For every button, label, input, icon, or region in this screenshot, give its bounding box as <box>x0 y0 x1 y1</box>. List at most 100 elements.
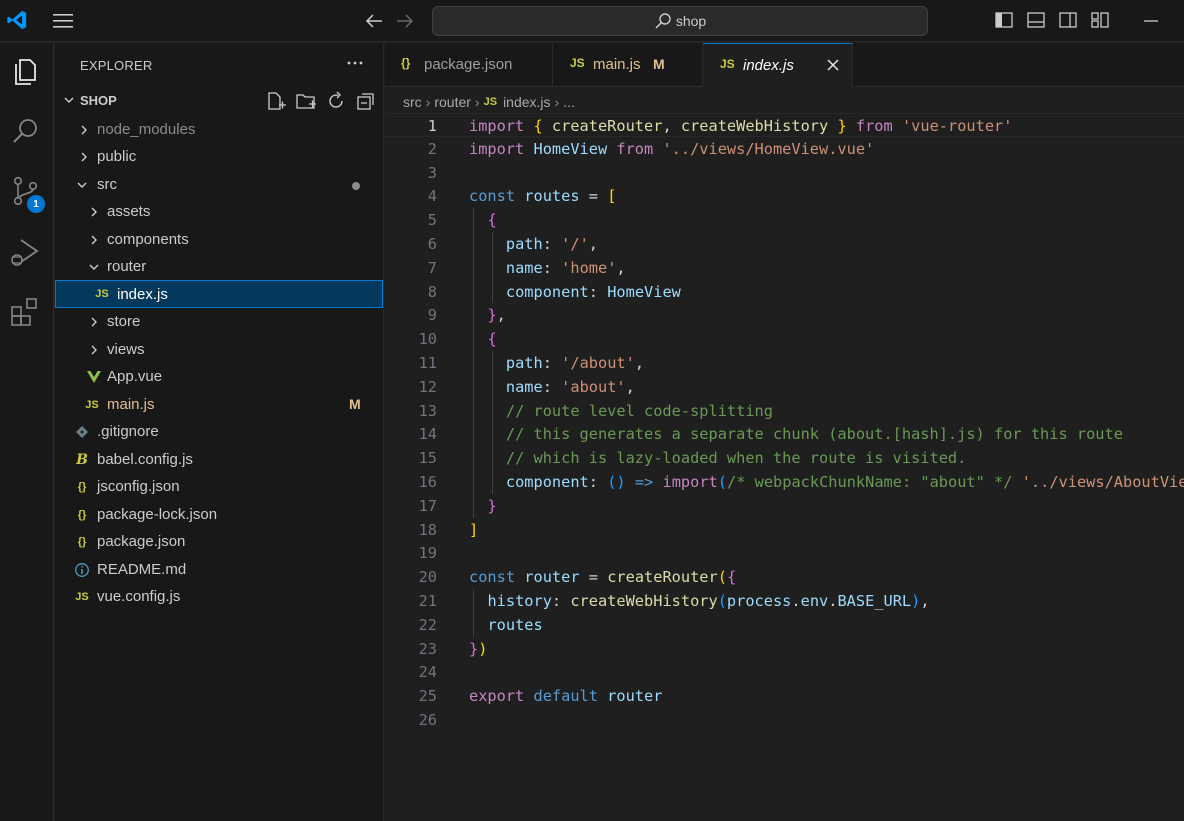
code-line[interactable]: 19 <box>385 541 1184 565</box>
command-center-search[interactable]: shop <box>432 6 928 36</box>
tree-item-views[interactable]: views <box>55 337 383 363</box>
run-debug-icon[interactable] <box>9 235 43 269</box>
workspace-section-header[interactable]: SHOP <box>55 89 383 111</box>
tree-item-label: .gitignore <box>97 423 159 440</box>
tree-item-router[interactable]: router <box>55 254 383 280</box>
breadcrumb-item[interactable]: ... <box>563 94 575 110</box>
code-line[interactable]: 2 import HomeView from '../views/HomeView… <box>385 137 1184 161</box>
code-line[interactable]: 7 name: 'home', <box>385 256 1184 280</box>
code-line[interactable]: 22 routes <box>385 613 1184 637</box>
customize-layout-icon[interactable] <box>1090 10 1110 30</box>
back-arrow-icon[interactable] <box>363 10 385 32</box>
layout-controls <box>994 10 1110 30</box>
line-number: 2 <box>427 139 437 158</box>
toggle-panel-icon[interactable] <box>1026 10 1046 30</box>
tree-item-public[interactable]: public <box>55 144 383 170</box>
code-line[interactable]: 17 } <box>385 494 1184 518</box>
line-number: 11 <box>418 354 437 372</box>
tree-item-components[interactable]: components <box>55 227 383 253</box>
js-file-icon: JS <box>85 399 99 411</box>
code-line[interactable]: 5 { <box>385 208 1184 232</box>
chevron-right-icon: › <box>474 94 480 110</box>
tree-item-label: router <box>107 258 147 275</box>
close-icon[interactable] <box>825 57 841 73</box>
toggle-secondary-sidebar-icon[interactable] <box>1058 10 1078 30</box>
tree-item-gitignore[interactable]: .gitignore <box>55 419 383 445</box>
code-line[interactable]: 9 }, <box>385 303 1184 327</box>
line-number: 6 <box>427 235 437 253</box>
code-text: export default router <box>469 687 663 706</box>
tree-item-store[interactable]: store <box>55 309 383 335</box>
code-editor[interactable]: 1 import { createRouter, createWebHistory… <box>385 113 1184 821</box>
tree-item-jsconfig[interactable]: {} jsconfig.json <box>55 474 383 500</box>
code-line[interactable]: 14 // this generates a separate chunk (a… <box>385 422 1184 446</box>
new-file-icon[interactable] <box>265 90 287 112</box>
chevron-right-icon <box>91 207 97 217</box>
tree-item-main-js[interactable]: JS main.js M <box>55 392 383 418</box>
code-line[interactable]: 15 // which is lazy-loaded when the rout… <box>385 446 1184 470</box>
line-number: 16 <box>418 473 437 491</box>
code-line[interactable]: 25 export default router <box>385 684 1184 708</box>
tree-item-index-js[interactable]: JS index.js <box>55 280 383 308</box>
tree-item-babel-config[interactable]: B babel.config.js <box>55 447 383 473</box>
tab-main-js[interactable]: JS main.js M <box>553 43 703 87</box>
code-line[interactable]: 26 <box>385 708 1184 732</box>
tree-item-package-json[interactable]: {} package.json <box>55 529 383 555</box>
minimize-icon[interactable] <box>1140 10 1162 32</box>
line-number: 18 <box>418 520 437 539</box>
forward-arrow-icon[interactable] <box>394 10 416 32</box>
line-number: 23 <box>418 639 437 658</box>
code-line[interactable]: 4 const routes = [ <box>385 184 1184 208</box>
tree-item-package-lock[interactable]: {} package-lock.json <box>55 502 383 528</box>
code-line[interactable]: 6 path: '/', <box>385 232 1184 256</box>
line-number: 4 <box>427 187 437 206</box>
chevron-right-icon: › <box>425 94 431 110</box>
search-icon <box>655 13 671 29</box>
tree-item-readme[interactable]: README.md <box>55 557 383 583</box>
explorer-icon[interactable] <box>9 55 43 89</box>
tab-index-js[interactable]: JS index.js <box>703 43 853 88</box>
line-number: 5 <box>427 211 437 230</box>
toggle-primary-sidebar-icon[interactable] <box>994 10 1014 30</box>
code-line[interactable]: 3 <box>385 161 1184 185</box>
code-line[interactable]: 18] <box>385 518 1184 542</box>
code-line[interactable]: 23}) <box>385 637 1184 661</box>
code-line[interactable]: 10 { <box>385 327 1184 351</box>
code-line[interactable]: 16 component: () => import(/* webpackChu… <box>385 470 1184 494</box>
search-icon[interactable] <box>9 115 43 149</box>
workspace-name: SHOP <box>80 93 117 108</box>
code-line[interactable]: 20 const router = createRouter({ <box>385 565 1184 589</box>
code-text: path: '/about', <box>505 354 645 372</box>
tree-item-label: node_modules <box>97 121 196 138</box>
code-line[interactable]: 13 // route level code-splitting <box>385 399 1184 423</box>
code-line[interactable]: 1 import { createRouter, createWebHistory… <box>385 113 1184 137</box>
indent-guide <box>492 351 493 494</box>
tree-item-assets[interactable]: assets <box>55 199 383 225</box>
collapse-all-icon[interactable] <box>355 90 377 112</box>
code-text: path: '/', <box>505 235 599 253</box>
tree-item-label: main.js <box>107 396 155 413</box>
tree-item-label: README.md <box>97 561 187 578</box>
chevron-down-icon <box>77 182 87 188</box>
more-actions-icon[interactable] <box>345 55 365 71</box>
info-icon <box>75 563 89 577</box>
tree-item-vue-config[interactable]: JS vue.config.js <box>55 584 383 610</box>
code-text: // route level code-splitting <box>505 401 773 420</box>
code-line[interactable]: 24 <box>385 660 1184 684</box>
code-line[interactable]: 11 path: '/about', <box>385 351 1184 375</box>
extensions-icon[interactable] <box>9 295 43 329</box>
breadcrumb-item[interactable]: index.js <box>503 94 550 110</box>
code-text: const router = createRouter({ <box>469 568 737 587</box>
code-line[interactable]: 12 name: 'about', <box>385 375 1184 399</box>
tree-item-node-modules[interactable]: node_modules <box>55 117 383 143</box>
breadcrumb-item[interactable]: router <box>434 94 471 110</box>
code-line[interactable]: 21 history: createWebHistory(process.env… <box>385 589 1184 613</box>
tab-package-json[interactable]: {} package.json <box>385 43 553 87</box>
breadcrumb-item[interactable]: src <box>403 94 422 110</box>
menu-icon[interactable] <box>52 11 74 31</box>
tree-item-src[interactable]: src <box>55 172 383 198</box>
refresh-icon[interactable] <box>325 90 347 112</box>
code-line[interactable]: 8 component: HomeView <box>385 280 1184 304</box>
tree-item-app-vue[interactable]: App.vue <box>55 364 383 390</box>
new-folder-icon[interactable] <box>295 90 317 112</box>
